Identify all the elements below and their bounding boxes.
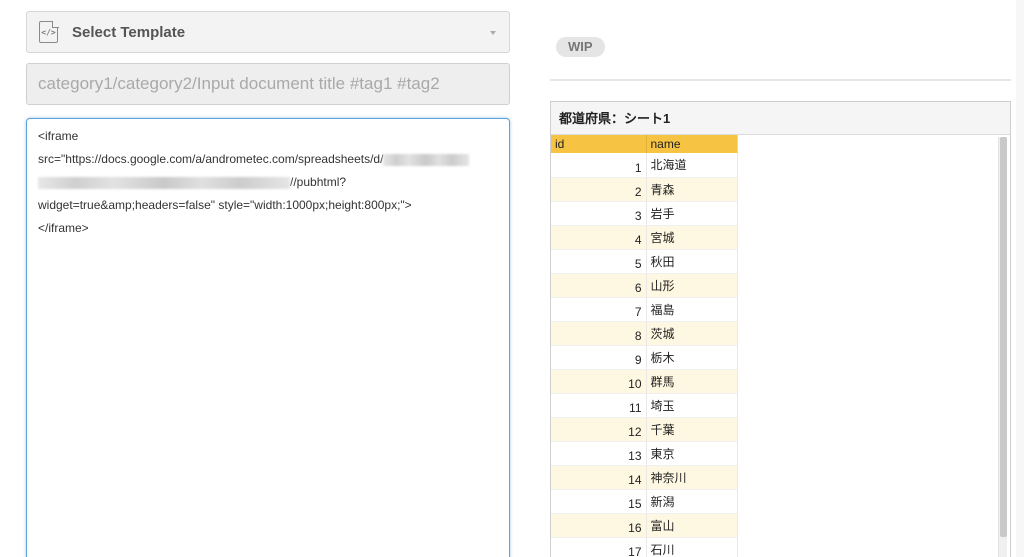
- cell-id: 16: [551, 513, 647, 538]
- cell-name: 北海道: [646, 153, 738, 178]
- cell-name: 埼玉: [646, 393, 738, 418]
- editor-line: src="https://docs.google.com/a/andromete…: [38, 148, 498, 171]
- editor-text: src="https://docs.google.com/a/andromete…: [38, 152, 384, 166]
- wip-badge: WIP: [556, 37, 605, 57]
- editor-line: </iframe>: [38, 221, 89, 235]
- table-row: 17 石川: [551, 537, 738, 557]
- table-row: 3 岩手: [551, 201, 738, 226]
- select-template-label: Select Template: [72, 23, 186, 41]
- cell-name: 福島: [646, 297, 738, 322]
- table-row: 11 埼玉: [551, 393, 738, 418]
- table-row: 15 新潟: [551, 489, 738, 514]
- cell-name: 千葉: [646, 417, 738, 442]
- cell-name: 山形: [646, 273, 738, 298]
- sheet-title: 都道府県：シート1: [551, 102, 1010, 135]
- cell-id: 8: [551, 321, 647, 346]
- cell-id: 7: [551, 297, 647, 322]
- cell-id: 17: [551, 537, 647, 557]
- redacted-text: [38, 176, 290, 189]
- cell-name: 岩手: [646, 201, 738, 226]
- cell-id: 3: [551, 201, 647, 226]
- table-row: 7 福島: [551, 297, 738, 322]
- editor-line: //pubhtml?: [38, 171, 498, 194]
- cell-id: 2: [551, 177, 647, 202]
- table-row: 1 北海道: [551, 153, 738, 178]
- cell-id: 12: [551, 417, 647, 442]
- cell-id: 1: [551, 153, 647, 178]
- cell-name: 宮城: [646, 225, 738, 250]
- table-row: 4 宮城: [551, 225, 738, 250]
- editor-line: <iframe: [38, 129, 79, 143]
- table-header-row: id name: [551, 135, 738, 153]
- cell-name: 東京: [646, 441, 738, 466]
- cell-name: 青森: [646, 177, 738, 202]
- spreadsheet-preview: 都道府県：シート1 id name 1 北海道 2 青森 3 岩手 4 宮城 5 秋田 6…: [550, 101, 1011, 557]
- cell-id: 9: [551, 345, 647, 370]
- cell-name: 栃木: [646, 345, 738, 370]
- cell-id: 5: [551, 249, 647, 274]
- divider: [550, 79, 1011, 81]
- table-row: 9 栃木: [551, 345, 738, 370]
- content-editor[interactable]: <iframe src="https://docs.google.com/a/a…: [26, 118, 510, 557]
- table-row: 16 富山: [551, 513, 738, 538]
- cell-id: 13: [551, 441, 647, 466]
- table-row: 12 千葉: [551, 417, 738, 442]
- table-row: 10 群馬: [551, 369, 738, 394]
- page-scrollbar[interactable]: [1016, 0, 1024, 557]
- table-row: 2 青森: [551, 177, 738, 202]
- cell-id: 10: [551, 369, 647, 394]
- cell-id: 15: [551, 489, 647, 514]
- table-row: 14 神奈川: [551, 465, 738, 490]
- redacted-text: [383, 153, 470, 166]
- editor-line: widget=true&amp;headers=false" style="wi…: [38, 198, 412, 212]
- cell-id: 11: [551, 393, 647, 418]
- editor-text: //pubhtml?: [290, 175, 347, 189]
- chevron-down-icon: [490, 31, 496, 35]
- cell-id: 4: [551, 225, 647, 250]
- cell-name: 茨城: [646, 321, 738, 346]
- document-title-input[interactable]: [26, 63, 510, 105]
- code-document-icon: </>: [39, 20, 59, 43]
- table-row: 6 山形: [551, 273, 738, 298]
- cell-name: 秋田: [646, 249, 738, 274]
- sheet-scrollbar[interactable]: [998, 137, 1007, 557]
- cell-name: 群馬: [646, 369, 738, 394]
- table-row: 13 東京: [551, 441, 738, 466]
- spreadsheet-table: id name 1 北海道 2 青森 3 岩手 4 宮城 5 秋田 6 山形 7 福島 8 茨城…: [551, 135, 738, 557]
- select-template-dropdown[interactable]: </> Select Template: [26, 11, 510, 53]
- scrollbar-thumb[interactable]: [1000, 137, 1007, 537]
- cell-id: 6: [551, 273, 647, 298]
- column-header-name: name: [646, 135, 738, 153]
- cell-name: 石川: [646, 537, 738, 557]
- table-row: 8 茨城: [551, 321, 738, 346]
- cell-name: 神奈川: [646, 465, 738, 490]
- cell-id: 14: [551, 465, 647, 490]
- table-row: 5 秋田: [551, 249, 738, 274]
- column-header-id: id: [551, 135, 647, 153]
- cell-name: 富山: [646, 513, 738, 538]
- cell-name: 新潟: [646, 489, 738, 514]
